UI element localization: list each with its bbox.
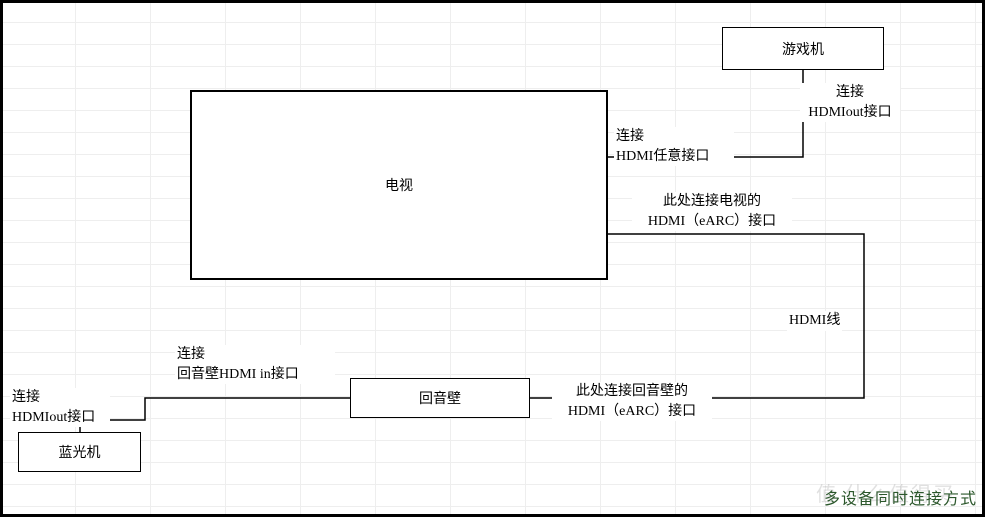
device-soundbar: 回音壁	[350, 378, 530, 418]
label-hdmi-cable: HDMI线	[787, 311, 842, 331]
device-console-label: 游戏机	[782, 39, 824, 59]
device-bluray: 蓝光机	[18, 432, 141, 472]
device-console: 游戏机	[722, 27, 884, 70]
diagram-title: 多设备同时连接方式	[824, 485, 977, 509]
label-tv-any: 连接 HDMI任意接口	[614, 127, 734, 166]
label-bluray-out: 连接 HDMIout接口	[10, 388, 110, 427]
label-tv-earc: 此处连接电视的 HDMI（eARC）接口	[632, 192, 792, 231]
device-soundbar-label: 回音壁	[419, 388, 461, 408]
device-tv: 电视	[190, 90, 608, 280]
device-tv-label: 电视	[385, 175, 413, 195]
label-soundbar-in: 连接 回音壁HDMI in接口	[175, 345, 335, 384]
label-soundbar-earc: 此处连接回音壁的 HDMI（eARC）接口	[552, 382, 712, 421]
label-console-out: 连接 HDMIout接口	[800, 83, 900, 122]
device-bluray-label: 蓝光机	[59, 442, 101, 462]
